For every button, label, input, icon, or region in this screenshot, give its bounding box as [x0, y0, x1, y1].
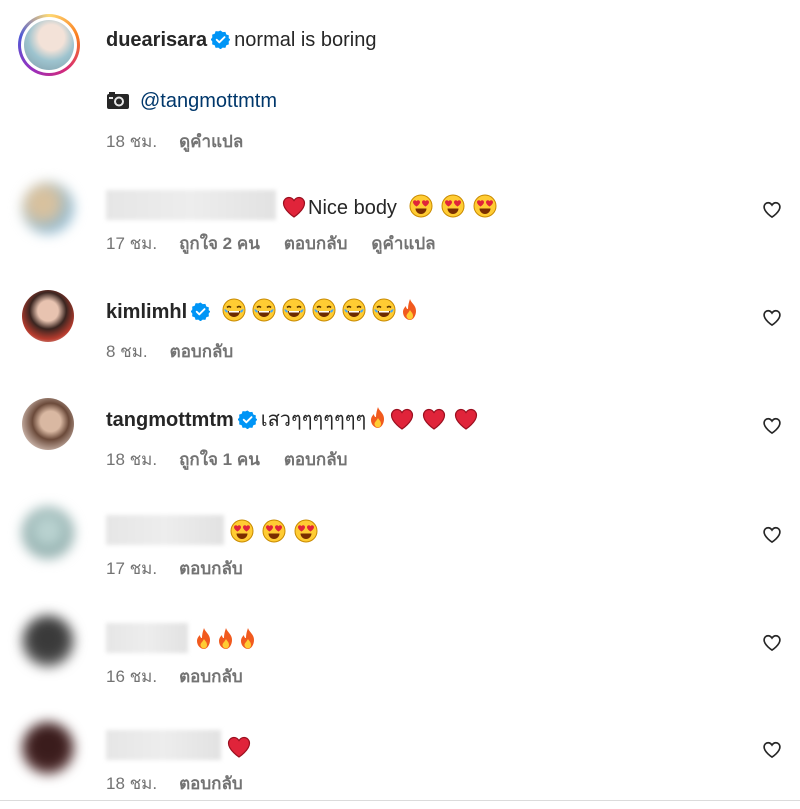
comment-time[interactable]: 18 ชม.	[106, 774, 157, 793]
caption-text: normal is boring	[234, 29, 377, 51]
caption-mention-line: @tangmottmtm	[106, 88, 277, 114]
comment-username[interactable]: kimlimhl	[106, 301, 187, 323]
tears-of-joy-emoji	[312, 298, 336, 322]
comment-line: kimlimhl	[106, 298, 422, 325]
likes-count[interactable]: ถูกใจ 2 คน	[179, 234, 260, 253]
reply-button[interactable]: ตอบกลับ	[284, 450, 348, 469]
avatar[interactable]	[22, 398, 74, 450]
comments-panel: duearisara normal is boring @tangmottmtm …	[0, 0, 800, 809]
avatar[interactable]	[22, 182, 74, 234]
red-heart-emoji	[227, 736, 251, 758]
avatar[interactable]	[22, 507, 74, 559]
see-translation-button[interactable]: ดูคำแปล	[179, 132, 243, 151]
comment-time[interactable]: 17 ชม.	[106, 234, 157, 253]
comment-time[interactable]: 17 ชม.	[106, 559, 157, 578]
blurred-username[interactable]	[106, 730, 221, 760]
verified-badge-icon	[191, 302, 211, 321]
comment-line	[106, 623, 260, 654]
avatar-story-ring[interactable]	[18, 14, 80, 76]
heart-outline-icon[interactable]	[762, 416, 782, 436]
fire-emoji	[371, 407, 385, 428]
tears-of-joy-emoji	[222, 298, 246, 322]
fire-emoji	[403, 299, 417, 320]
heart-eyes-emoji	[294, 519, 318, 543]
comment-meta: 18 ชม. ตอบกลับ	[106, 770, 267, 797]
camera-icon	[107, 92, 129, 109]
heart-outline-icon[interactable]	[762, 740, 782, 760]
blurred-username[interactable]	[106, 515, 224, 545]
comment-meta: 17 ชม. ตอบกลับ	[106, 555, 267, 582]
see-translation-button[interactable]: ดูคำแปล	[371, 234, 435, 253]
heart-eyes-emoji	[230, 519, 254, 543]
comment-meta: 16 ชม. ตอบกลับ	[106, 663, 267, 690]
comment-item: 18 ชม. ตอบกลับ	[16, 720, 800, 809]
reply-button[interactable]: ตอบกลับ	[179, 774, 243, 793]
comment-line: tangmottmtm เสวๆๆๆๆๆๆๆ	[106, 406, 486, 433]
reply-button[interactable]: ตอบกลับ	[170, 342, 234, 361]
comment-meta: 17 ชม. ถูกใจ 2 คน ตอบกลับ ดูคำแปล	[106, 230, 460, 257]
red-heart-emoji	[423, 408, 446, 430]
divider	[0, 800, 800, 801]
comment-text: Nice body	[308, 197, 397, 219]
heart-eyes-emoji	[441, 194, 464, 218]
comment-text: เสวๆๆๆๆๆๆๆ	[260, 409, 367, 431]
comment-item: 17 ชม. ตอบกลับ	[16, 505, 800, 595]
caption-line: duearisara normal is boring	[106, 27, 376, 53]
tears-of-joy-emoji	[282, 298, 306, 322]
comment-line: Nice body	[106, 190, 505, 221]
tears-of-joy-emoji	[342, 298, 366, 322]
blurred-username[interactable]	[106, 190, 276, 220]
heart-outline-icon[interactable]	[762, 200, 782, 220]
red-heart-emoji	[455, 408, 478, 430]
comment-item: Nice body 17 ชม. ถูกใจ 2 คน ตอบกลับ ดูคำแปล	[16, 180, 800, 270]
heart-outline-icon[interactable]	[762, 525, 782, 545]
avatar[interactable]	[22, 615, 74, 667]
fire-emoji	[197, 628, 210, 649]
comment-meta: 8 ชม. ตอบกลับ	[106, 338, 257, 365]
fire-emoji	[219, 628, 232, 649]
heart-outline-icon[interactable]	[762, 633, 782, 653]
verified-badge-icon	[237, 410, 257, 429]
avatar[interactable]	[22, 722, 74, 774]
heart-eyes-emoji	[473, 194, 496, 218]
heart-eyes-emoji	[409, 194, 432, 218]
heart-eyes-emoji	[262, 519, 286, 543]
likes-count[interactable]: ถูกใจ 1 คน	[179, 450, 260, 469]
red-heart-emoji	[282, 196, 306, 218]
comment-line	[106, 730, 259, 761]
caption-username[interactable]: duearisara	[106, 29, 207, 51]
blurred-username[interactable]	[106, 623, 188, 653]
caption-meta: 18 ชม. ดูคำแปล	[106, 128, 267, 155]
verified-badge-icon	[211, 30, 231, 49]
red-heart-emoji	[391, 408, 414, 430]
comment-time[interactable]: 16 ชม.	[106, 667, 157, 686]
avatar	[24, 20, 74, 70]
comment-item: 16 ชม. ตอบกลับ	[16, 613, 800, 703]
caption-time[interactable]: 18 ชม.	[106, 132, 157, 151]
heart-outline-icon[interactable]	[762, 308, 782, 328]
tears-of-joy-emoji	[372, 298, 396, 322]
comment-time[interactable]: 8 ชม.	[106, 342, 148, 361]
mention-link[interactable]: @tangmottmtm	[140, 90, 277, 112]
comment-time[interactable]: 18 ชม.	[106, 450, 157, 469]
comment-line	[106, 515, 326, 546]
reply-button[interactable]: ตอบกลับ	[284, 234, 348, 253]
fire-emoji	[241, 628, 254, 649]
avatar[interactable]	[22, 290, 74, 342]
post-caption: duearisara normal is boring @tangmottmtm …	[16, 12, 784, 162]
reply-button[interactable]: ตอบกลับ	[179, 667, 243, 686]
comment-item: tangmottmtm เสวๆๆๆๆๆๆๆ 18 ชม. ถูกใจ 1 คน ตอ…	[16, 396, 800, 486]
comment-meta: 18 ชม. ถูกใจ 1 คน ตอบกลับ	[106, 446, 371, 473]
reply-button[interactable]: ตอบกลับ	[179, 559, 243, 578]
comment-username[interactable]: tangmottmtm	[106, 409, 234, 431]
comment-item: kimlimhl 8 ชม. ตอบกลับ	[16, 288, 800, 378]
tears-of-joy-emoji	[252, 298, 276, 322]
